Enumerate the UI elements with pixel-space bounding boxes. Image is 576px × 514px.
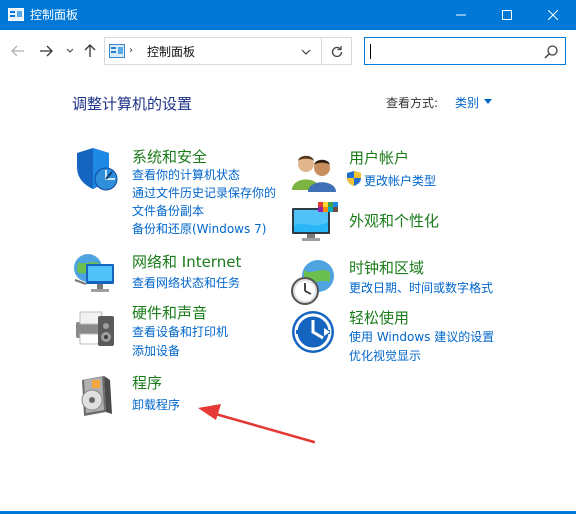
link-devices-printers[interactable]: 查看设备和打印机 <box>132 324 228 340</box>
minimize-icon <box>456 14 466 16</box>
category-title-network-internet[interactable]: 网络和 Internet <box>132 253 241 271</box>
category-hardware-sound: 硬件和声音 查看设备和打印机 添加设备 <box>72 302 282 362</box>
ease-of-access-icon[interactable] <box>290 308 338 356</box>
programs-disc-icon[interactable] <box>72 372 120 420</box>
chevron-down-icon <box>301 49 311 55</box>
category-title-hardware-sound[interactable]: 硬件和声音 <box>132 304 207 322</box>
refresh-icon <box>331 46 343 58</box>
category-network-internet: 网络和 Internet 查看网络状态和任务 <box>72 250 282 300</box>
page-title: 调整计算机的设置 <box>72 95 193 113</box>
maximize-button[interactable] <box>484 0 530 30</box>
control-panel-icon <box>8 8 24 21</box>
close-button[interactable] <box>530 0 576 30</box>
breadcrumb[interactable]: 控制面板 <box>147 44 195 60</box>
view-by-dropdown[interactable]: 类别 <box>455 95 479 111</box>
link-add-device[interactable]: 添加设备 <box>132 343 180 359</box>
link-file-history[interactable]: 通过文件历史记录保存你的 <box>132 185 276 201</box>
link-view-network-status[interactable]: 查看网络状态和任务 <box>132 275 240 291</box>
clock-globe-icon[interactable] <box>290 258 338 306</box>
forward-button[interactable] <box>36 40 56 62</box>
printer-icon[interactable] <box>72 302 120 350</box>
shield-icon[interactable] <box>72 145 120 193</box>
dropdown-arrow-icon[interactable] <box>484 99 492 105</box>
category-appearance: 外观和个性化 <box>290 200 510 250</box>
category-title-appearance[interactable]: 外观和个性化 <box>349 212 439 230</box>
arrow-left-icon <box>11 45 24 57</box>
category-title-system-security[interactable]: 系统和安全 <box>132 148 207 166</box>
search-input[interactable] <box>364 37 566 65</box>
breadcrumb-separator-icon: › <box>129 45 133 56</box>
category-title-programs[interactable]: 程序 <box>132 374 162 392</box>
recent-locations-button[interactable] <box>60 40 80 62</box>
control-panel-icon <box>109 44 125 58</box>
window-title: 控制面板 <box>30 8 79 22</box>
text-cursor <box>370 44 371 59</box>
divider <box>321 38 322 64</box>
arrow-up-icon <box>84 44 96 57</box>
uac-shield-icon <box>347 171 361 186</box>
back-button[interactable] <box>8 40 28 62</box>
link-uninstall-program[interactable]: 卸载程序 <box>132 397 180 413</box>
refresh-button[interactable] <box>325 42 349 62</box>
navigation-bar: › 控制面板 <box>0 30 576 72</box>
link-backup-restore[interactable]: 备份和还原(Windows 7) <box>132 221 266 237</box>
address-dropdown-button[interactable] <box>297 44 315 60</box>
search-icon[interactable] <box>543 44 559 60</box>
users-icon[interactable] <box>290 148 338 196</box>
category-user-accounts: 用户帐户 更改帐户类型 <box>290 148 510 198</box>
link-change-date-time[interactable]: 更改日期、时间或数字格式 <box>349 280 493 296</box>
category-title-clock-region[interactable]: 时钟和区域 <box>349 259 424 277</box>
maximize-icon <box>502 10 512 20</box>
monitor-palette-icon[interactable] <box>290 200 338 248</box>
annotation-arrow-icon <box>198 404 315 444</box>
chevron-down-icon <box>66 48 74 53</box>
up-button[interactable] <box>80 40 100 62</box>
address-bar[interactable]: › 控制面板 <box>104 37 352 65</box>
category-system-security: 系统和安全 查看你的计算机状态 通过文件历史记录保存你的 文件备份副本 备份和还… <box>72 145 282 245</box>
link-view-computer-status[interactable]: 查看你的计算机状态 <box>132 167 240 183</box>
category-title-ease-of-access[interactable]: 轻松使用 <box>349 309 409 327</box>
category-ease-of-access: 轻松使用 使用 Windows 建议的设置 优化视觉显示 <box>290 308 530 368</box>
link-recommended-settings[interactable]: 使用 Windows 建议的设置 <box>349 329 494 345</box>
category-clock-region: 时钟和区域 更改日期、时间或数字格式 <box>290 258 530 308</box>
view-by-label: 查看方式: <box>386 96 439 110</box>
arrow-right-icon <box>40 45 53 57</box>
close-icon <box>548 10 558 20</box>
link-change-account-type[interactable]: 更改帐户类型 <box>364 173 436 189</box>
link-file-history-cont[interactable]: 文件备份副本 <box>132 203 204 219</box>
minimize-button[interactable] <box>438 0 484 30</box>
title-bar: 控制面板 <box>0 0 576 30</box>
link-optimize-visual[interactable]: 优化视觉显示 <box>349 348 421 364</box>
category-title-user-accounts[interactable]: 用户帐户 <box>349 149 409 167</box>
network-globe-icon[interactable] <box>72 250 120 298</box>
